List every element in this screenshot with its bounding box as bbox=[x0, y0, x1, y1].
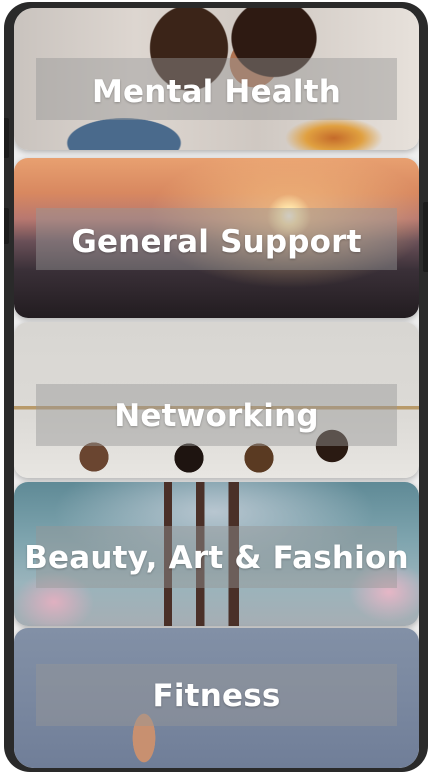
side-button bbox=[4, 208, 9, 244]
category-label: Fitness bbox=[152, 678, 281, 714]
category-label: Beauty, Art & Fashion bbox=[24, 540, 409, 576]
category-label: General Support bbox=[71, 224, 362, 260]
side-button bbox=[423, 202, 428, 272]
category-card-networking[interactable]: Networking bbox=[14, 322, 419, 478]
category-card-fitness[interactable]: Fitness bbox=[14, 628, 419, 768]
category-label: Networking bbox=[114, 398, 319, 434]
phone-frame: Mental Health General Support Networking… bbox=[4, 2, 428, 772]
category-list: Mental Health General Support Networking… bbox=[14, 8, 419, 768]
category-card-general-support[interactable]: General Support bbox=[14, 158, 419, 318]
side-button bbox=[4, 118, 9, 158]
category-label: Mental Health bbox=[91, 74, 342, 110]
category-card-mental-health[interactable]: Mental Health bbox=[14, 8, 419, 150]
category-card-beauty-art-fashion[interactable]: Beauty, Art & Fashion bbox=[14, 482, 419, 626]
